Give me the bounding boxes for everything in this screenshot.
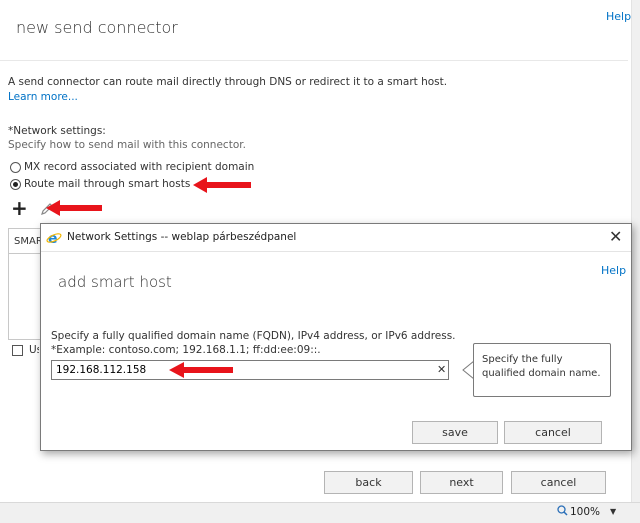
smart-host-column-header[interactable]: SMART HOST — [8, 228, 44, 254]
radio-button-selected[interactable] — [10, 178, 21, 190]
page-scrollbar[interactable] — [631, 0, 640, 502]
use-checkbox-label: Use — [29, 344, 39, 356]
radio-mx-record[interactable]: MX record associated with recipient doma… — [10, 161, 254, 173]
annotation-arrow — [46, 200, 102, 216]
network-settings-label: *Network settings: — [8, 125, 106, 137]
annotation-arrow — [193, 177, 251, 193]
zoom-icon[interactable] — [557, 505, 568, 519]
radio-mx-label: MX record associated with recipient doma… — [24, 161, 255, 173]
annotation-arrow — [169, 362, 233, 378]
dialog-example: *Example: contoso.com; 192.168.1.1; ff:d… — [51, 344, 321, 356]
network-settings-dialog: e Network Settings -- weblap párbeszédpa… — [40, 223, 632, 451]
use-checkbox[interactable] — [12, 345, 23, 356]
ie-icon: e — [46, 230, 62, 247]
intro-description: A send connector can route mail directly… — [8, 76, 448, 88]
radio-button[interactable] — [10, 161, 21, 173]
learn-more-link[interactable]: Learn more... — [8, 91, 78, 103]
plus-icon[interactable]: + — [11, 198, 28, 218]
radio-smart-label: Route mail through smart hosts — [24, 178, 191, 190]
chevron-down-icon[interactable]: ▼ — [610, 507, 616, 516]
dialog-window-title: Network Settings -- weblap párbeszédpane… — [67, 231, 297, 243]
dialog-heading: add smart host — [58, 273, 172, 291]
dialog-cancel-button[interactable]: cancel — [504, 421, 602, 444]
svg-text:e: e — [48, 231, 58, 246]
save-button[interactable]: save — [412, 421, 498, 444]
dialog-help-link[interactable]: Help — [601, 264, 626, 277]
next-button[interactable]: next — [420, 471, 503, 494]
page-title: new send connector — [16, 18, 178, 37]
radio-smart-host[interactable]: Route mail through smart hosts — [10, 178, 190, 190]
back-button[interactable]: back — [324, 471, 413, 494]
close-icon[interactable]: ✕ — [609, 227, 622, 246]
tooltip: Specify the fully qualified domain name. — [473, 343, 611, 397]
divider — [0, 60, 628, 61]
intro-text: A send connector can route mail directly… — [8, 75, 458, 105]
dialog-description: Specify a fully qualified domain name (F… — [51, 330, 456, 342]
clear-icon[interactable]: ✕ — [437, 363, 446, 376]
network-settings-description: Specify how to send mail with this conne… — [8, 139, 246, 151]
status-bar — [0, 502, 640, 523]
dialog-titlebar[interactable]: e Network Settings -- weblap párbeszédpa… — [41, 224, 631, 252]
help-link[interactable]: Help — [606, 10, 631, 23]
smart-host-input[interactable] — [51, 360, 449, 380]
zoom-level[interactable]: 100% — [570, 506, 600, 518]
cancel-button[interactable]: cancel — [511, 471, 606, 494]
